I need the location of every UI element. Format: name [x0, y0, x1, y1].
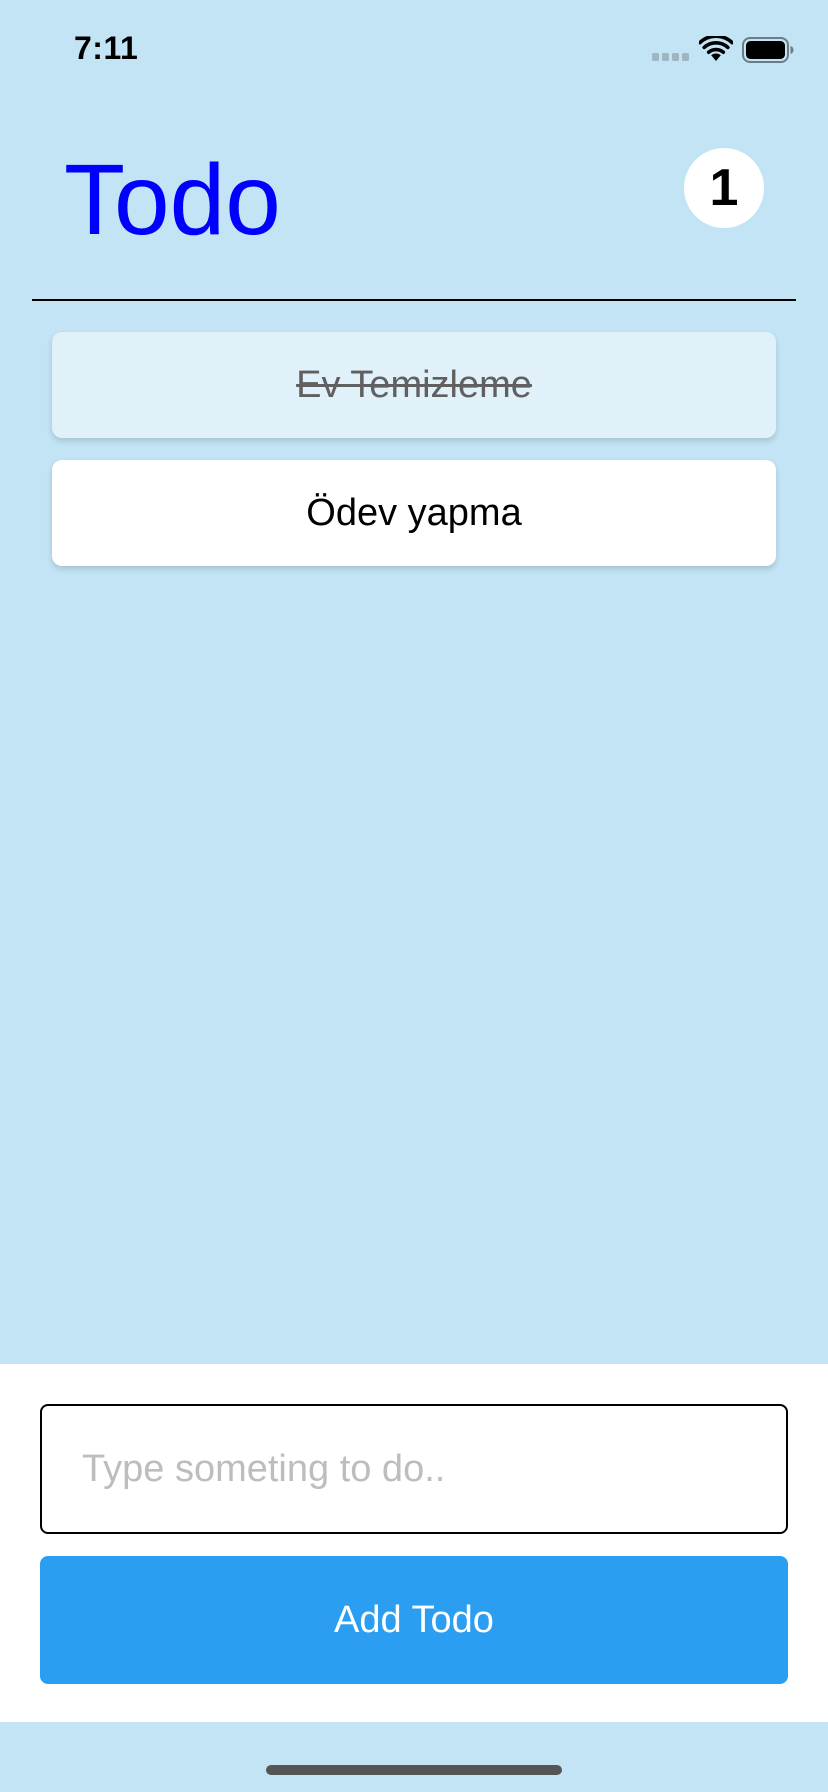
- page-title: Todo: [64, 144, 281, 256]
- status-bar: 7:11: [0, 0, 828, 100]
- wifi-icon: [699, 36, 733, 61]
- cellular-signal-icon: [652, 53, 690, 61]
- todo-list: Ev Temizleme Ödev yapma: [52, 332, 776, 588]
- add-todo-button[interactable]: Add Todo: [40, 1556, 788, 1684]
- remaining-count-badge: 1: [684, 148, 764, 228]
- todo-input[interactable]: [40, 1404, 788, 1534]
- home-indicator: [266, 1765, 562, 1775]
- status-time: 7:11: [74, 30, 139, 66]
- todo-item[interactable]: Ödev yapma: [52, 460, 776, 566]
- battery-icon: [742, 37, 794, 63]
- header-divider: [32, 299, 796, 301]
- todo-item-completed[interactable]: Ev Temizleme: [52, 332, 776, 438]
